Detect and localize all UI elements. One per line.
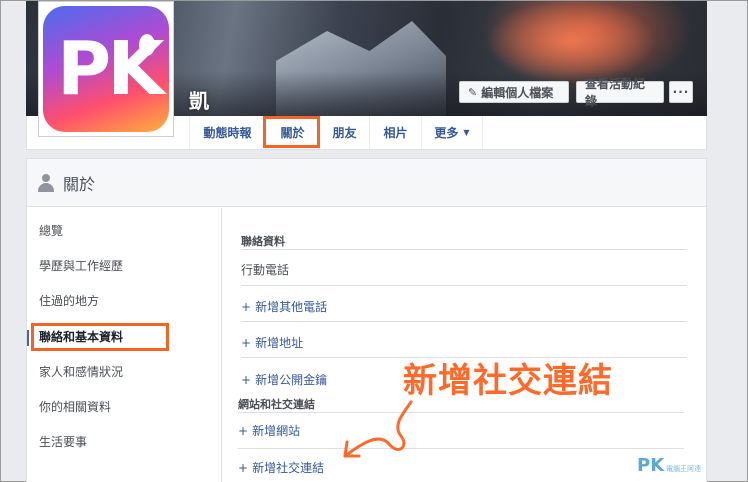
add-website-link[interactable]: + 新增網站 [238, 422, 300, 439]
add-public-key-link[interactable]: + 新增公開金鑰 [241, 371, 327, 388]
watermark-logo: PK [637, 455, 665, 476]
watermark: PK 電腦王阿達 [637, 455, 701, 476]
websites-section-title: 網站和社交連結 [238, 398, 315, 411]
edit-profile-button[interactable]: ✎ 編輯個人檔案 [459, 81, 569, 103]
activity-log-button[interactable]: 查看活動紀錄 [576, 77, 664, 108]
about-title: 關於 [63, 174, 96, 194]
watermark-sub: 電腦王阿達 [666, 465, 702, 473]
profile-picture[interactable]: PK [38, 1, 174, 137]
divider [241, 249, 687, 250]
highlight-contact-item [31, 323, 169, 351]
footprint-icon [139, 34, 155, 56]
mobile-phone-label: 行動電話 [241, 263, 290, 277]
add-address-label: 新增地址 [255, 336, 304, 350]
add-website-label: 新增網站 [252, 424, 301, 438]
sidebar-item-places[interactable]: 住過的地方 [39, 292, 99, 309]
edit-profile-label: 編輯個人檔案 [481, 85, 554, 100]
person-icon [37, 173, 55, 192]
profile-name[interactable]: 凱 [189, 85, 209, 114]
sidebar-item-education-work[interactable]: 學歷與工作經歷 [39, 257, 123, 274]
pencil-icon: ✎ [468, 85, 478, 99]
add-social-label: 新增社交連結 [252, 461, 325, 475]
plus-icon: + [238, 424, 249, 438]
divider [241, 285, 687, 286]
plus-icon: + [241, 300, 252, 314]
divider [238, 412, 684, 413]
add-address-link[interactable]: + 新增地址 [241, 334, 303, 351]
more-options-button[interactable]: ··· [669, 81, 693, 103]
caret-down-icon: ▼ [463, 128, 470, 137]
tab-photos[interactable]: 相片 [369, 116, 421, 149]
add-public-key-label: 新增公開金鑰 [255, 373, 328, 387]
tab-more[interactable]: 更多 ▼ [421, 116, 483, 149]
divider [241, 321, 687, 322]
sidebar-item-details[interactable]: 你的相關資料 [39, 398, 111, 415]
plus-icon: + [238, 461, 249, 475]
plus-icon: + [241, 373, 252, 387]
annotation-text: 新增社交連結 [403, 361, 613, 401]
sidebar-item-life-events[interactable]: 生活要事 [39, 433, 87, 450]
pk-logo: PK [43, 6, 169, 132]
divider [238, 448, 684, 449]
contact-section-title: 聯絡資料 [241, 235, 285, 248]
add-phone-link[interactable]: + 新增其他電話 [241, 298, 327, 315]
add-social-link[interactable]: + 新增社交連結 [238, 459, 324, 476]
active-indicator [27, 330, 29, 346]
add-phone-label: 新增其他電話 [255, 300, 328, 314]
annotation-arrow-icon [343, 400, 413, 458]
tab-more-label: 更多 [434, 126, 459, 140]
about-header: 關於 [27, 159, 706, 207]
plus-icon: + [241, 336, 252, 350]
sidebar-item-overview[interactable]: 總覽 [39, 222, 63, 239]
tab-friends[interactable]: 朋友 [319, 116, 369, 149]
highlight-about-tab [263, 116, 320, 148]
sidebar-item-family[interactable]: 家人和感情狀況 [39, 363, 123, 380]
tab-timeline[interactable]: 動態時報 [189, 116, 265, 149]
